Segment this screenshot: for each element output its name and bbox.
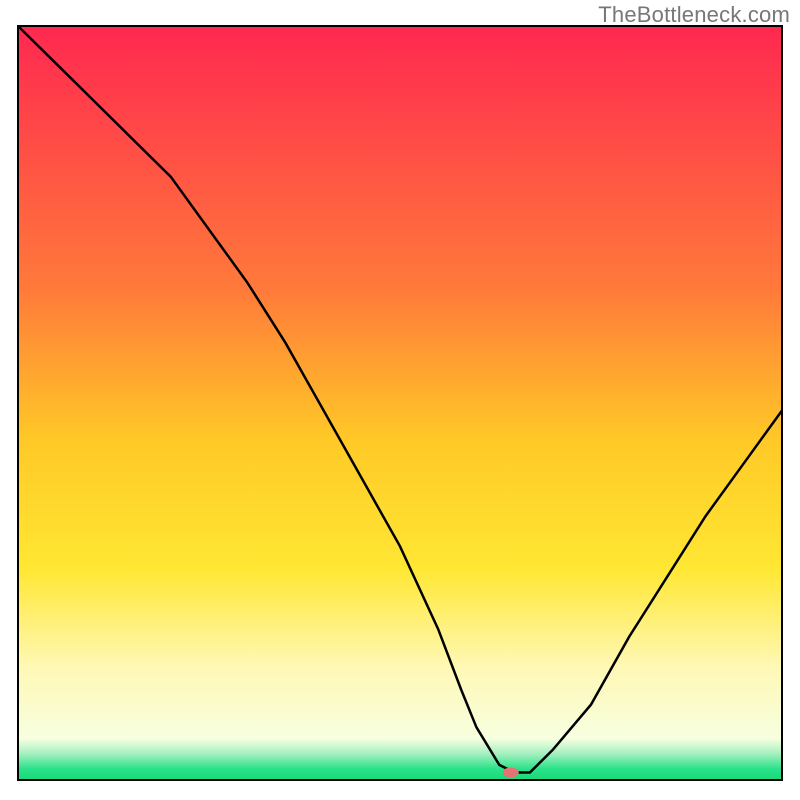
chart-container: TheBottleneck.com bbox=[0, 0, 800, 800]
bottleneck-chart bbox=[0, 0, 800, 800]
optimal-marker bbox=[503, 767, 519, 777]
